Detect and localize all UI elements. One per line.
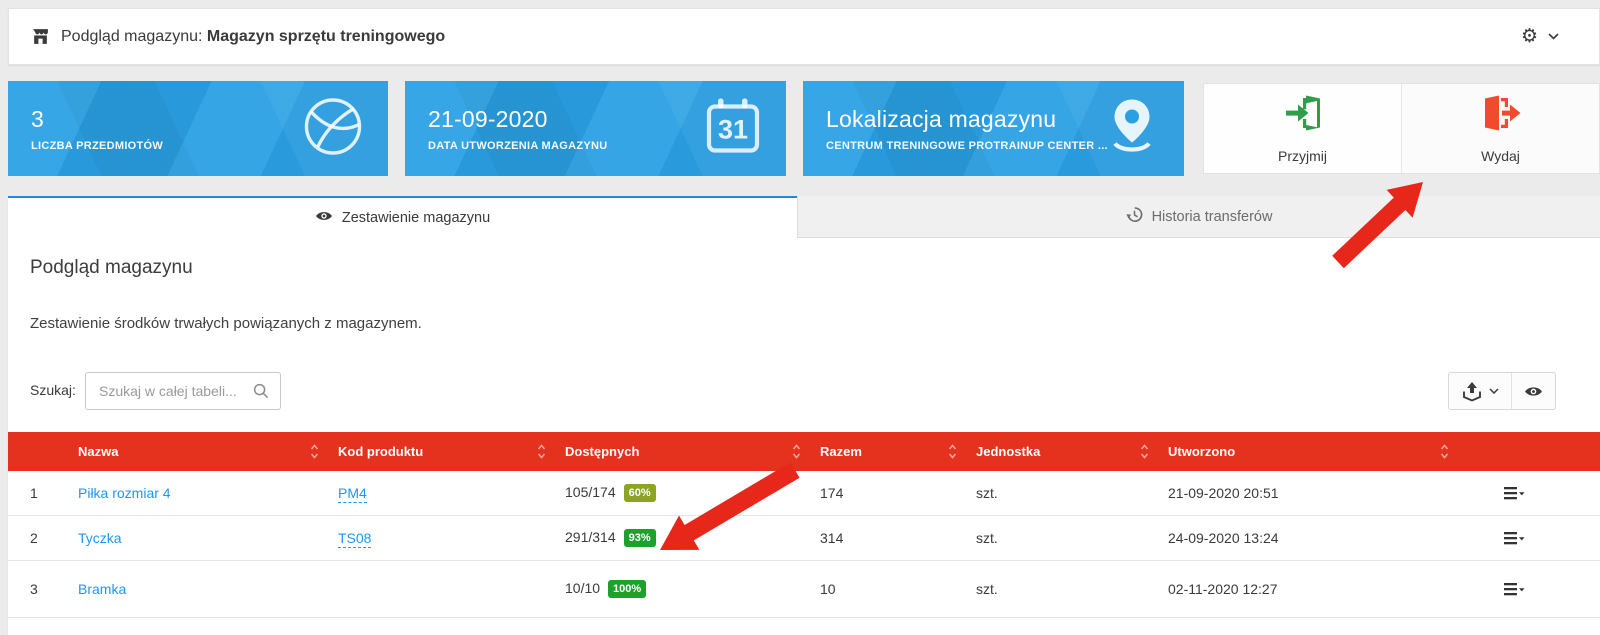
eye-icon <box>315 210 333 226</box>
menu-icon[interactable] <box>1504 582 1525 596</box>
sort-icon[interactable] <box>310 444 319 459</box>
search-label: Szukaj: <box>30 382 76 398</box>
export-icon <box>1461 381 1483 402</box>
row-number: 1 <box>30 485 38 501</box>
calendar-icon: 31 <box>704 96 762 161</box>
issue-button-label: Wydaj <box>1481 148 1520 164</box>
map-pin-icon <box>1104 95 1160 162</box>
basketball-icon <box>302 95 364 162</box>
available-cell: 105/17460% <box>565 484 656 502</box>
created-cell: 02-11-2020 12:27 <box>1168 581 1278 597</box>
created-cell: 21-09-2020 20:51 <box>1168 485 1279 501</box>
section-description: Zestawienie środków trwałych powiązanych… <box>30 315 422 332</box>
chevron-down-icon <box>1489 388 1499 394</box>
product-code-link[interactable]: PM4 <box>338 485 367 501</box>
tab-warehouse-summary[interactable]: Zestawienie magazynu <box>8 196 797 238</box>
table-row: 1 Piłka rozmiar 4 PM4 105/17460% 174 szt. 21-0… <box>8 471 1600 516</box>
column-header-name[interactable]: Nazwa <box>78 432 118 471</box>
search-input[interactable] <box>86 383 253 399</box>
svg-text:31: 31 <box>718 114 748 144</box>
column-header-available[interactable]: Dostępnych <box>565 432 639 471</box>
gear-icon[interactable]: ⚙ <box>1521 27 1538 46</box>
stat-card-created-date: 21-09-2020 DATA UTWORZENIA MAGAZYNU 31 <box>405 81 786 176</box>
search-icon <box>253 383 269 399</box>
chevron-down-icon[interactable] <box>1548 33 1559 40</box>
availability-badge: 60% <box>624 484 656 502</box>
table-header-row: Nazwa Kod produktu Dostępnych Razem Jedn… <box>8 432 1600 471</box>
tab-transfer-history[interactable]: Historia transferów <box>797 196 1600 238</box>
row-number: 2 <box>30 530 38 546</box>
search-field <box>85 372 281 410</box>
available-cell: 10/10100% <box>565 580 646 598</box>
item-name-link[interactable]: Bramka <box>78 581 126 597</box>
unit-cell: szt. <box>976 530 998 546</box>
item-name-link[interactable]: Piłka rozmiar 4 <box>78 485 171 501</box>
warehouse-summary-panel: Podgląd magazynu Zestawienie środków trw… <box>8 238 1600 635</box>
column-visibility-button[interactable] <box>1511 373 1555 409</box>
total-cell: 314 <box>820 530 843 546</box>
unit-cell: szt. <box>976 581 998 597</box>
storefront-icon <box>31 27 50 46</box>
menu-icon[interactable] <box>1504 531 1525 545</box>
item-name-link[interactable]: Tyczka <box>78 530 122 546</box>
table-row: 2 Tyczka TS08 291/31493% 314 szt. 24-09-2020 1… <box>8 516 1600 561</box>
table-row: 3 Bramka 10/10100% 10 szt. 02-11-2020 12:27 <box>8 561 1600 618</box>
row-actions-menu[interactable] <box>1504 531 1525 545</box>
table-toolbar <box>1448 372 1556 410</box>
column-header-created[interactable]: Utworzono <box>1168 432 1235 471</box>
stat-card-location: Lokalizacja magazynu CENTRUM TRENINGOWE … <box>803 81 1184 176</box>
available-cell: 291/31493% <box>565 529 656 547</box>
tab-label: Historia transferów <box>1152 209 1273 225</box>
row-actions-menu[interactable] <box>1504 486 1525 500</box>
availability-badge: 93% <box>624 529 656 547</box>
tab-label: Zestawienie magazynu <box>342 210 490 226</box>
column-header-code[interactable]: Kod produktu <box>338 432 423 471</box>
sort-icon[interactable] <box>537 444 546 459</box>
column-header-total[interactable]: Razem <box>820 432 862 471</box>
sort-icon[interactable] <box>792 444 801 459</box>
transfer-actions: Przyjmij Wydaj <box>1203 83 1600 174</box>
column-header-unit[interactable]: Jednostka <box>976 432 1040 471</box>
eye-icon <box>1524 385 1543 398</box>
stat-card-item-count: 3 LICZBA PRZEDMIOTÓW <box>8 81 388 176</box>
export-button[interactable] <box>1449 373 1511 409</box>
sort-icon[interactable] <box>1440 444 1449 459</box>
history-icon <box>1126 206 1143 227</box>
section-heading: Podgląd magazynu <box>30 257 193 279</box>
receive-button[interactable]: Przyjmij <box>1204 84 1401 173</box>
sort-icon[interactable] <box>948 444 957 459</box>
created-cell: 24-09-2020 13:24 <box>1168 530 1279 546</box>
settings-menu[interactable]: ⚙ <box>1521 27 1577 46</box>
availability-badge: 100% <box>608 580 646 598</box>
total-cell: 174 <box>820 485 843 501</box>
product-code-link[interactable]: TS08 <box>338 530 371 546</box>
page-title: Podgląd magazynu: Magazyn sprzętu trenin… <box>61 28 445 46</box>
door-out-icon <box>1481 93 1521 138</box>
row-actions-menu[interactable] <box>1504 582 1525 596</box>
total-cell: 10 <box>820 581 836 597</box>
menu-icon[interactable] <box>1504 486 1525 500</box>
door-in-icon <box>1283 93 1323 138</box>
titlebar: Podgląd magazynu: Magazyn sprzętu trenin… <box>8 8 1600 65</box>
sort-icon[interactable] <box>1140 444 1149 459</box>
receive-button-label: Przyjmij <box>1278 148 1327 164</box>
row-number: 3 <box>30 581 38 597</box>
issue-button[interactable]: Wydaj <box>1401 84 1599 173</box>
unit-cell: szt. <box>976 485 998 501</box>
